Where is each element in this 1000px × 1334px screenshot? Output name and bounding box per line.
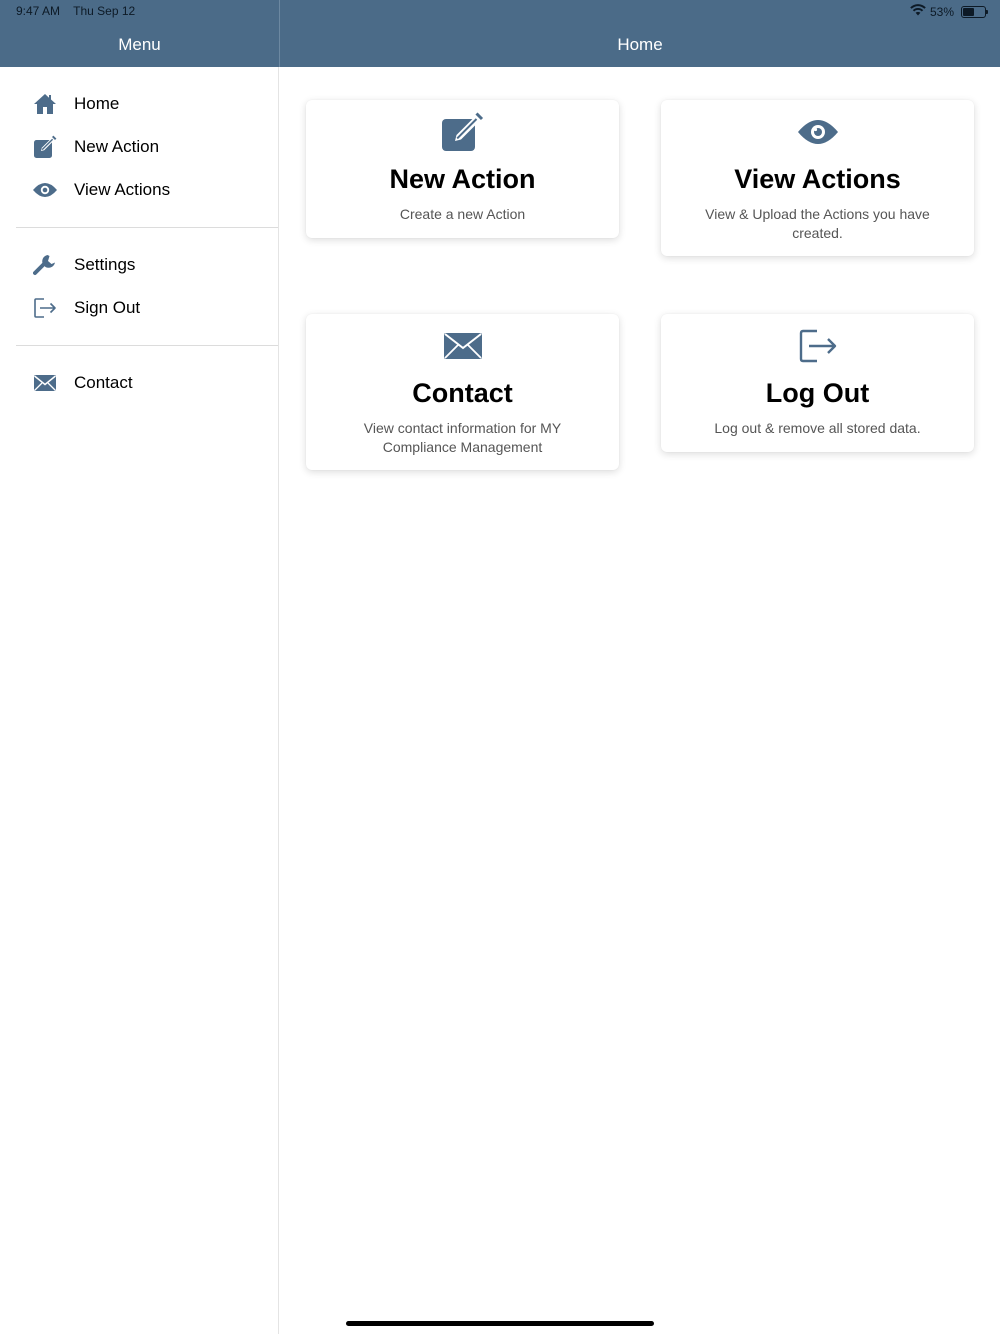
sidebar-item-home[interactable]: Home — [0, 82, 278, 125]
card-title: Contact — [412, 378, 513, 408]
sidebar-item-sign-out[interactable]: Sign Out — [0, 286, 278, 329]
sidebar-item-label: New Action — [74, 136, 160, 156]
sidebar-item-label: Home — [74, 93, 120, 113]
contact-card[interactable]: Contact View contact information for MY … — [306, 314, 619, 470]
sidebar-item-label: Sign Out — [74, 297, 141, 317]
battery-percent: 53% — [929, 4, 954, 19]
eye-icon — [32, 178, 58, 202]
battery-fill — [963, 7, 975, 16]
card-description: View contact information for MY Complian… — [363, 420, 562, 455]
sidebar-item-settings[interactable]: Settings — [0, 243, 278, 286]
sidebar-group-main: Home New Action View Actions — [0, 82, 278, 211]
envelope-icon — [32, 371, 58, 395]
sidebar-item-label: Contact — [74, 372, 133, 392]
status-date: Thu Sep 12 — [73, 4, 136, 18]
sidebar-item-contact[interactable]: Contact — [0, 361, 278, 404]
sidebar-item-view-actions[interactable]: View Actions — [0, 168, 278, 211]
card-title: View Actions — [734, 164, 901, 194]
edit-icon — [32, 135, 58, 159]
status-time: 9:47 AM — [16, 4, 61, 18]
card-title: New Action — [389, 164, 536, 194]
sign-out-icon — [796, 326, 840, 366]
sidebar-group-account: Settings Sign Out — [0, 243, 278, 329]
log-out-card[interactable]: Log Out Log out & remove all stored data… — [661, 314, 974, 452]
card-title: Log Out — [765, 378, 870, 408]
sign-out-icon — [32, 296, 58, 320]
card-description: Log out & remove all stored data. — [714, 420, 921, 436]
home-indicator[interactable] — [346, 1321, 654, 1326]
status-bar-right: 53% — [910, 4, 988, 19]
wifi-icon — [910, 4, 926, 19]
edit-icon — [441, 112, 485, 152]
battery-icon — [961, 5, 988, 18]
sidebar-group-support: Contact — [0, 361, 278, 404]
menu-title: Menu — [118, 35, 161, 54]
sidebar: Home New Action View Actions Settings Si… — [0, 67, 279, 1334]
new-action-card[interactable]: New Action Create a new Action — [306, 100, 619, 238]
sidebar-item-new-action[interactable]: New Action — [0, 125, 278, 168]
home-icon — [32, 92, 58, 116]
page-title: Home — [617, 35, 663, 54]
wrench-icon — [32, 253, 58, 277]
eye-icon — [796, 112, 840, 152]
status-bar-left: 9:47 AM Thu Sep 12 — [16, 4, 145, 18]
view-actions-card[interactable]: View Actions View & Upload the Actions y… — [661, 100, 974, 256]
card-description: Create a new Action — [399, 206, 526, 222]
top-bar: 9:47 AM Thu Sep 12 53% Menu Home — [0, 0, 1000, 67]
sidebar-item-label: View Actions — [74, 179, 171, 199]
card-description: View & Upload the Actions you have creat… — [705, 206, 930, 241]
envelope-icon — [441, 326, 485, 366]
sidebar-item-label: Settings — [74, 254, 136, 274]
